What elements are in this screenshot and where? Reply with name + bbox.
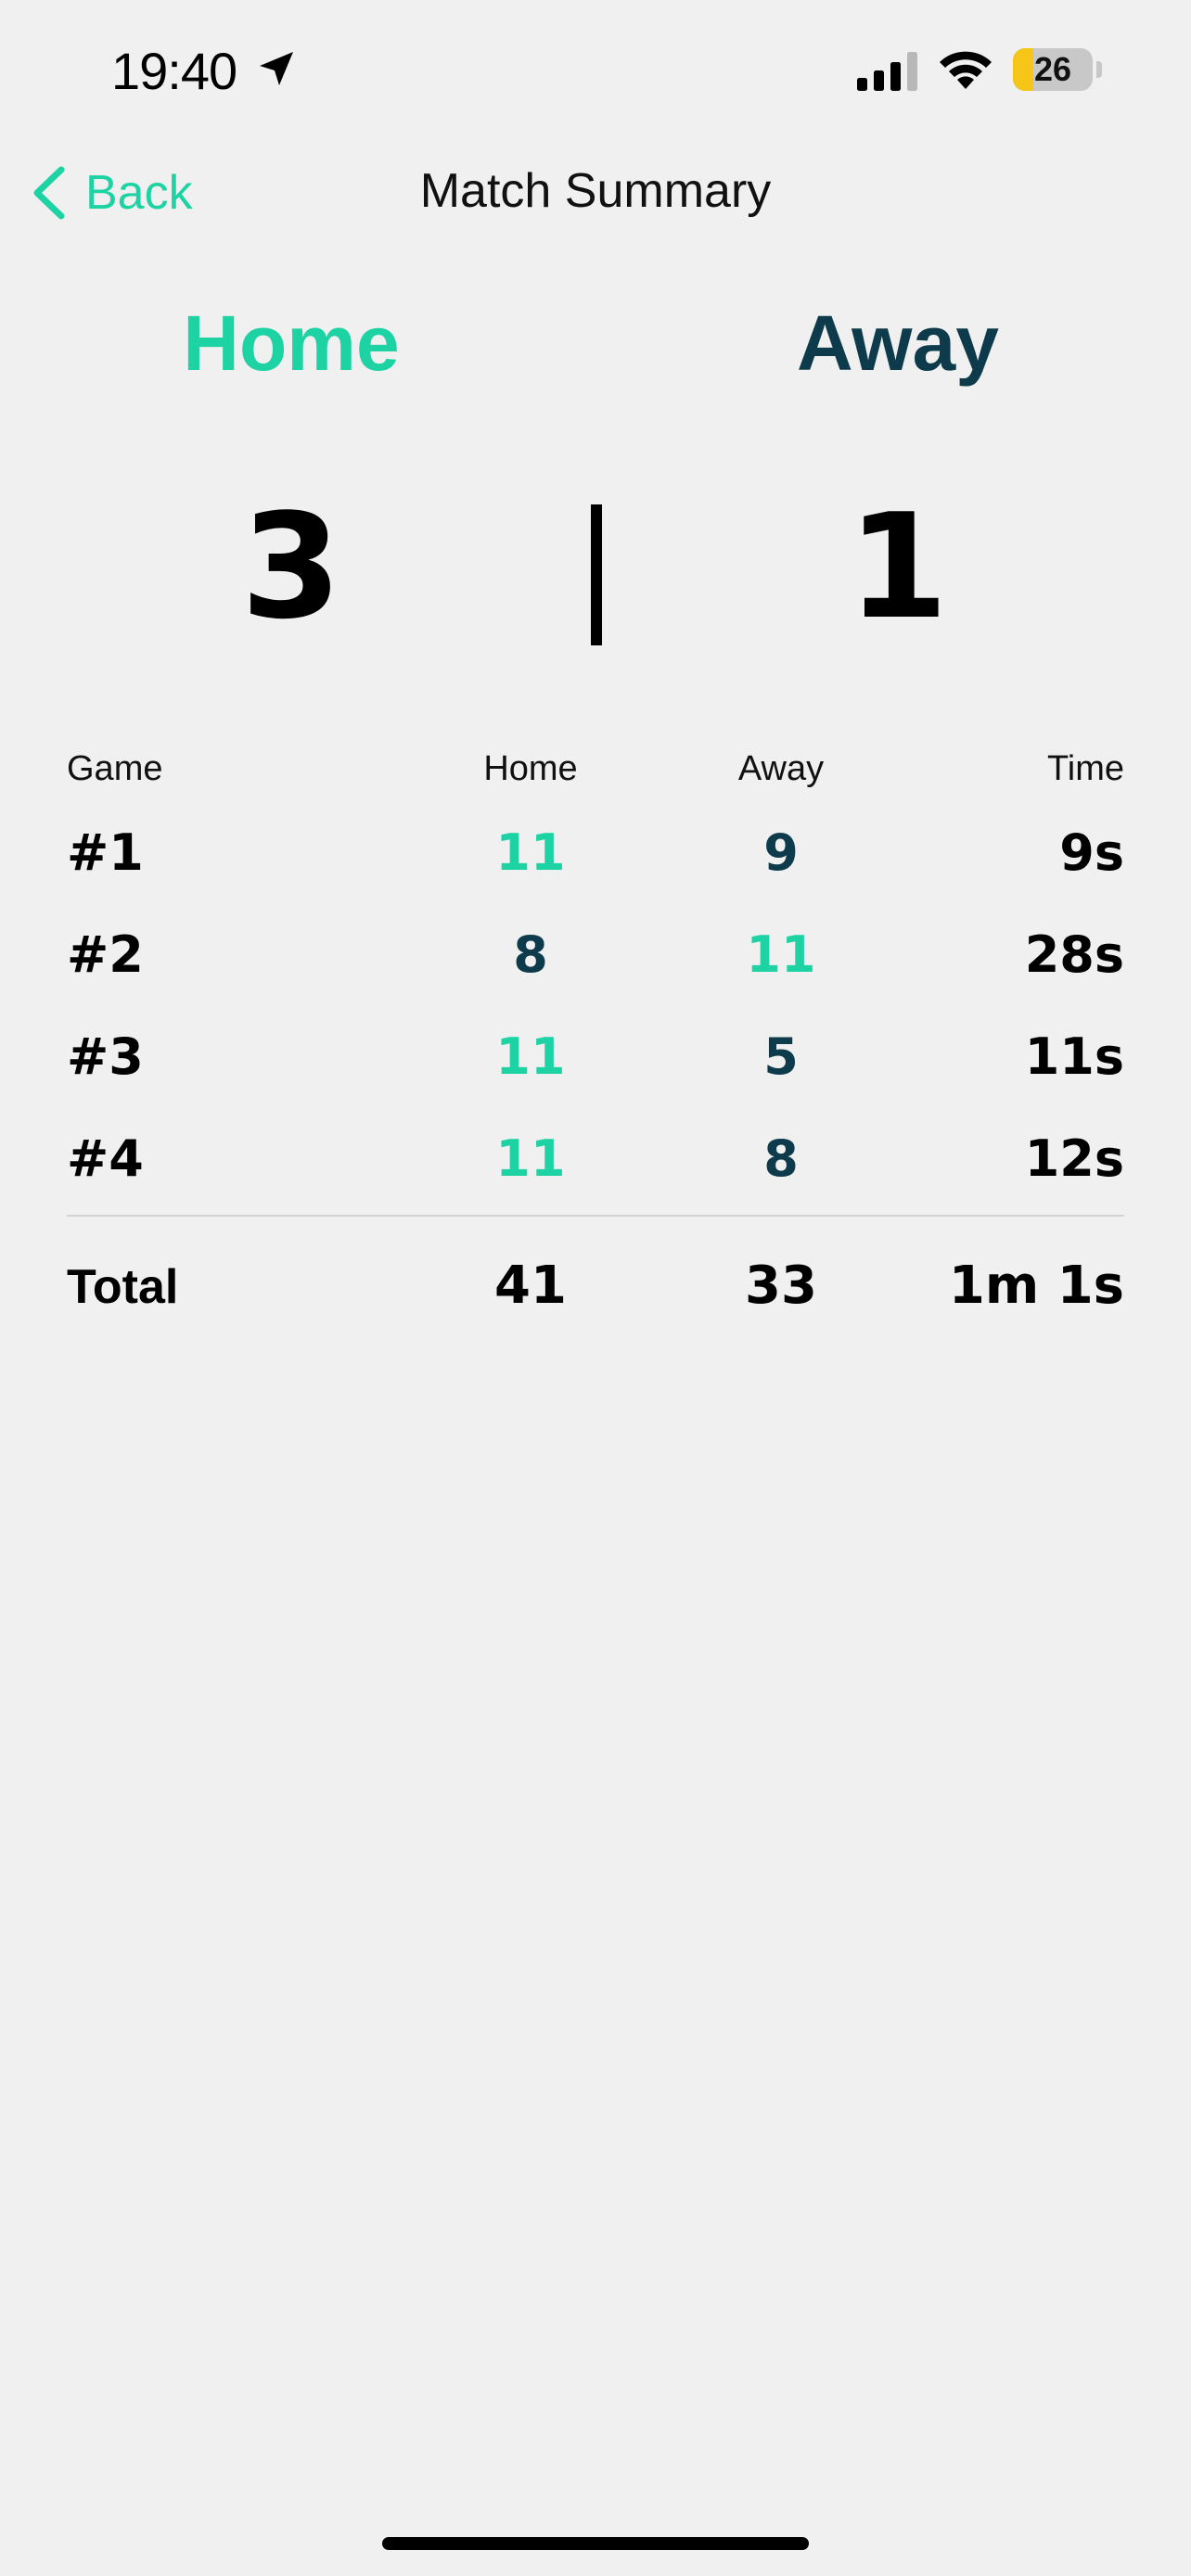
battery-terminal (1096, 61, 1102, 78)
score-divider (591, 504, 602, 645)
away-score: 1 (847, 482, 949, 651)
game-number: #3 (67, 1027, 144, 1086)
location-arrow-icon (260, 52, 293, 85)
games-table: Game Home Away Time #1 11 9 9s #2 8 11 2… (67, 749, 1124, 1319)
cellular-signal-icon (857, 52, 917, 91)
match-summary-screen: 19:40 26 Back Match Summary Home Away 3 … (0, 0, 1191, 2576)
home-score: 3 (240, 482, 342, 651)
battery-icon: 26 (1013, 48, 1093, 91)
page-title: Match Summary (419, 164, 772, 218)
status-bar: 19:40 26 (0, 0, 1191, 139)
home-points: 11 (495, 1129, 566, 1188)
home-team-label: Home (183, 300, 400, 387)
status-time: 19:40 (111, 42, 237, 100)
game-number: #4 (67, 1129, 144, 1188)
header-time: Time (1046, 749, 1124, 788)
away-team-label: Away (797, 300, 999, 387)
header-away: Away (737, 749, 825, 788)
home-points: 8 (513, 925, 548, 984)
game-number: #2 (67, 925, 144, 984)
home-points: 11 (495, 823, 566, 882)
battery-level: 26 (1033, 50, 1072, 88)
table-row: #4 11 8 12s (67, 1111, 1124, 1213)
game-time: 12s (1024, 1129, 1124, 1188)
table-row: #3 11 5 11s (67, 1009, 1124, 1111)
total-label: Total (67, 1260, 179, 1314)
header-game: Game (67, 749, 163, 788)
game-time: 9s (1059, 823, 1124, 882)
table-header-row: Game Home Away Time (67, 749, 1124, 805)
game-number: #1 (67, 823, 144, 882)
away-points: 9 (763, 823, 799, 882)
away-points: 11 (746, 925, 816, 984)
home-indicator[interactable] (382, 2537, 809, 2550)
game-time: 28s (1024, 925, 1124, 984)
total-time: 1m 1s (948, 1256, 1124, 1316)
total-away-points: 33 (745, 1256, 817, 1316)
game-time: 11s (1024, 1027, 1124, 1086)
table-row: #1 11 9 9s (67, 805, 1124, 907)
header-home: Home (483, 749, 578, 788)
away-points: 5 (763, 1027, 799, 1086)
table-row: #2 8 11 28s (67, 907, 1124, 1009)
wifi-icon (940, 51, 992, 89)
table-total-row: Total 41 33 1m 1s (67, 1217, 1124, 1319)
away-points: 8 (763, 1129, 799, 1188)
total-home-points: 41 (494, 1256, 567, 1316)
home-points: 11 (495, 1027, 566, 1086)
